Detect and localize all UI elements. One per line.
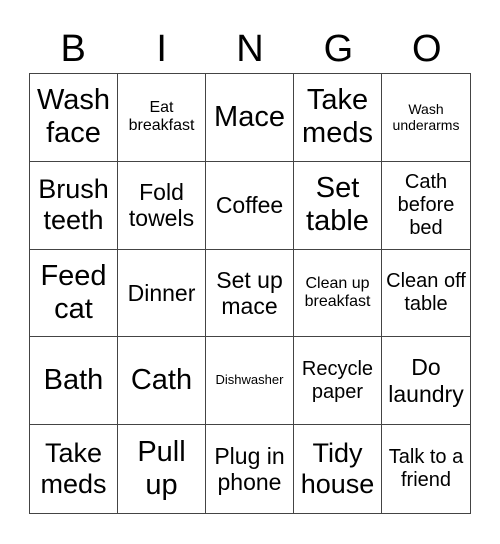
header-letter-i: I <box>156 28 167 70</box>
bingo-cell[interactable]: Bath <box>30 337 118 426</box>
bingo-cell[interactable]: Take meds <box>30 425 118 513</box>
bingo-cell[interactable]: Wash face <box>30 74 118 162</box>
bingo-cell[interactable]: Mace <box>206 74 294 162</box>
bingo-cell[interactable]: Feed cat <box>30 249 118 338</box>
bingo-header: B I N G O <box>29 24 471 74</box>
header-letter-n: N <box>236 28 264 70</box>
bingo-cell[interactable]: Do laundry <box>382 337 470 426</box>
bingo-cell[interactable]: Talk to a friend <box>382 425 470 513</box>
header-letter-o: O <box>412 28 442 70</box>
bingo-cell[interactable]: Tidy house <box>294 425 382 513</box>
bingo-cell[interactable]: Eat breakfast <box>118 74 206 162</box>
bingo-cell[interactable]: Pull up <box>118 425 206 513</box>
header-letter-b: B <box>60 28 86 70</box>
bingo-cell[interactable]: Wash underarms <box>382 74 470 162</box>
bingo-cell[interactable]: Clean off table <box>382 250 470 338</box>
header-letter-g: G <box>323 28 354 70</box>
bingo-cell[interactable]: Recycle paper <box>294 337 382 426</box>
bingo-grid: Wash face Eat breakfast Mace Take meds W… <box>29 73 471 514</box>
bingo-cell[interactable]: Coffee <box>206 161 294 250</box>
bingo-cell[interactable]: Clean up breakfast <box>294 249 382 338</box>
bingo-cell[interactable]: Plug in phone <box>206 425 294 513</box>
bingo-cell[interactable]: Cath before bed <box>382 162 470 250</box>
bingo-cell[interactable]: Take meds <box>294 74 382 162</box>
bingo-cell[interactable]: Fold towels <box>118 161 206 250</box>
bingo-cell[interactable]: Set table <box>294 161 382 250</box>
bingo-cell[interactable]: Dinner <box>118 249 206 338</box>
bingo-cell[interactable]: Cath <box>118 337 206 426</box>
bingo-cell[interactable]: Brush teeth <box>30 161 118 250</box>
bingo-cell[interactable]: Set up mace <box>206 249 294 338</box>
bingo-cell[interactable]: Dishwasher <box>206 337 294 426</box>
